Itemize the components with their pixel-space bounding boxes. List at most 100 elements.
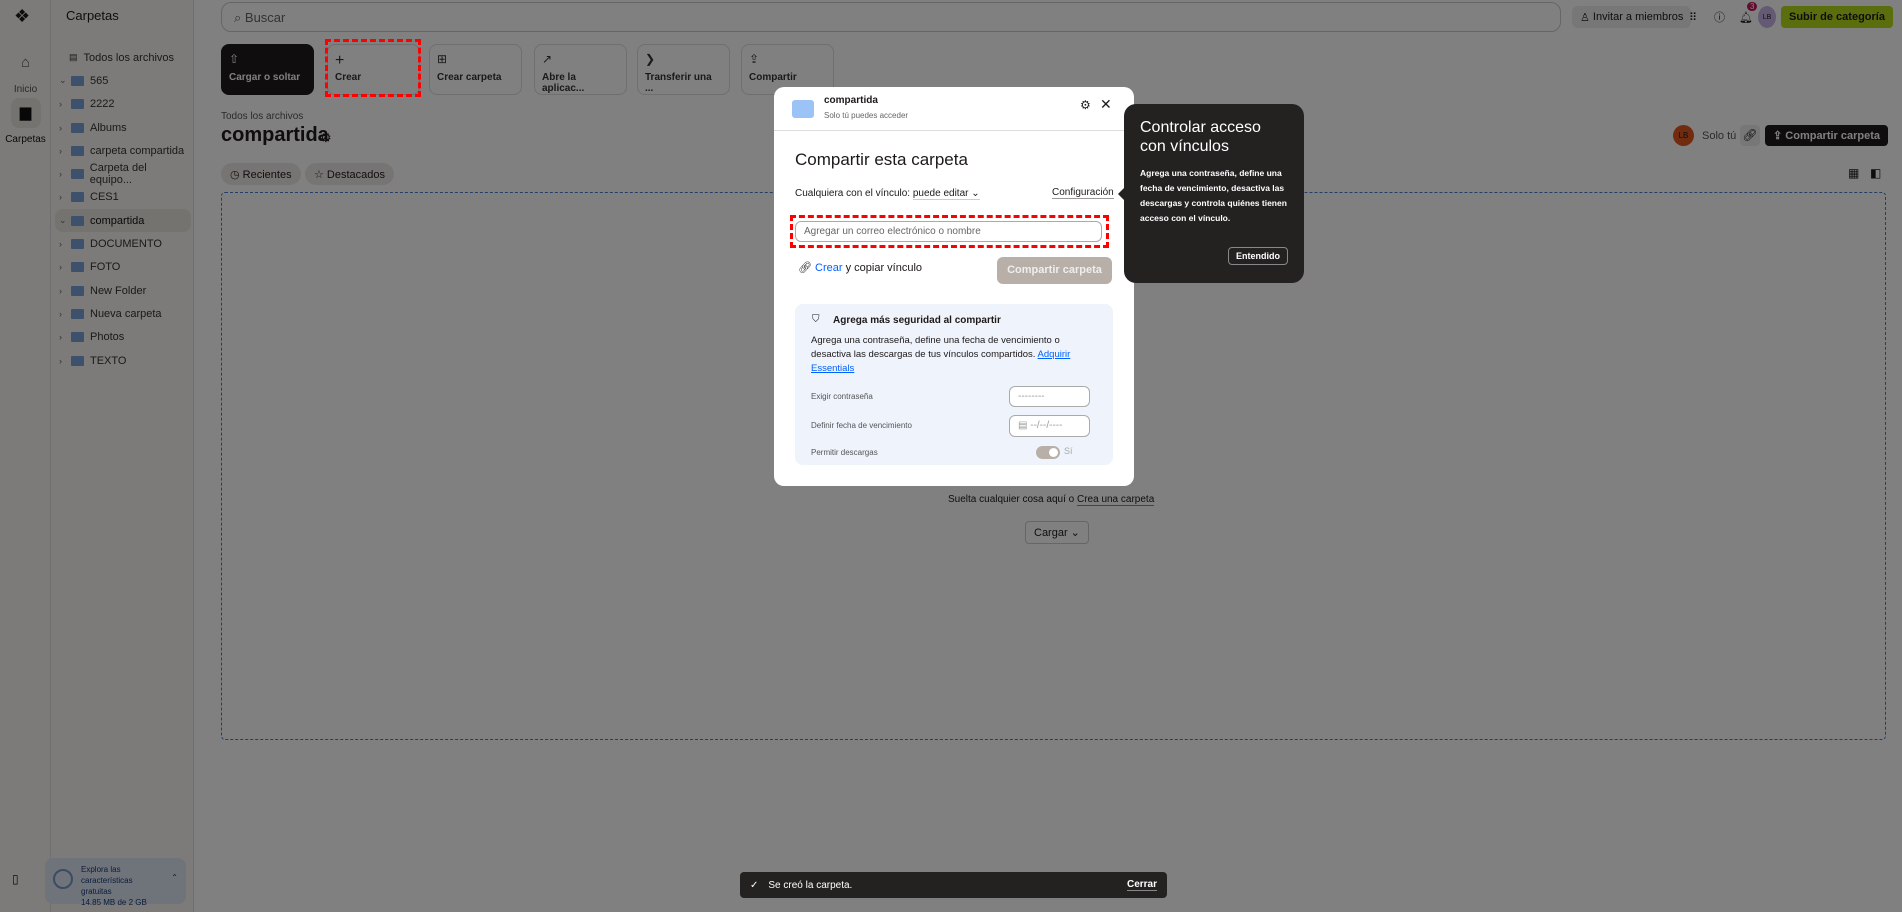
security-body: Agrega una contraseña, define una fecha … xyxy=(811,335,1071,374)
share-folder-submit[interactable]: Compartir carpeta xyxy=(997,257,1112,284)
folder-label: compartida xyxy=(90,214,145,227)
tile-transfer[interactable]: ❯ Transferir una ... xyxy=(637,44,730,95)
check-icon: ✓ xyxy=(750,879,759,891)
toast-message: Se creó la carpeta. xyxy=(768,879,853,891)
sidebar-folder-item[interactable]: › FOTO xyxy=(55,256,191,279)
chevron-icon[interactable]: › xyxy=(59,239,71,249)
sidebar-folder-item[interactable]: › Albums xyxy=(55,116,191,139)
close-icon[interactable]: ✕ xyxy=(1100,96,1112,113)
divider xyxy=(774,130,1134,131)
avatar[interactable]: LB xyxy=(1758,6,1776,28)
create-folder-link[interactable]: Crea una carpeta xyxy=(1076,494,1155,506)
folder-icon xyxy=(71,239,84,250)
sidebar-folder-item[interactable]: › Photos xyxy=(55,326,191,349)
toast-close-button[interactable]: Cerrar xyxy=(1126,879,1157,891)
all-files-item[interactable]: ▤ Todos los archivos xyxy=(55,46,191,69)
got-it-button[interactable]: Entendido xyxy=(1228,247,1288,265)
chevron-icon[interactable]: ⌄ xyxy=(59,75,71,86)
chip-destacados[interactable]: ☆ Destacados xyxy=(305,163,395,185)
chevron-icon[interactable]: › xyxy=(59,286,71,296)
storage-promo[interactable]: Explora las características gratuitas 14… xyxy=(45,858,186,907)
sidebar-folder-item[interactable]: ⌄ 565 xyxy=(55,69,191,92)
tile-create[interactable]: + Crear xyxy=(327,44,420,95)
link-permission: Cualquiera con el vínculo: puede editar … xyxy=(795,188,980,200)
folder-label: DOCUMENTO xyxy=(90,238,162,251)
access-text: Solo tú xyxy=(1702,130,1737,142)
settings-gear-icon[interactable]: ⚙ xyxy=(320,130,332,146)
sidebar-folder-item[interactable]: › New Folder xyxy=(55,279,191,302)
expiry-date-input[interactable]: ▤ --/--/---- xyxy=(1009,415,1090,437)
chevron-icon[interactable]: › xyxy=(59,262,71,272)
chevron-icon[interactable]: › xyxy=(59,192,71,202)
chevron-icon[interactable]: › xyxy=(59,309,71,319)
chevron-icon[interactable]: › xyxy=(59,123,71,133)
panel-toggle-icon[interactable]: ◧ xyxy=(1870,166,1881,180)
folder-icon xyxy=(71,192,84,203)
sidebar-folder-item[interactable]: › DOCUMENTO xyxy=(55,232,191,255)
sidebar: Carpetas ▤ Todos los archivos ⌄ 565 › 2222 › A… xyxy=(45,0,194,912)
sidebar-folder-item[interactable]: › Carpeta del equipo... xyxy=(55,162,191,187)
folder-label: Carpeta del equipo... xyxy=(89,162,147,187)
copy-link-icon[interactable]: 🔗︎ xyxy=(1740,125,1760,146)
tooltip-arrow xyxy=(1118,188,1124,200)
promo-text: Explora las características gratuitas xyxy=(81,865,133,896)
dialog-access-text: Solo tú puedes acceder xyxy=(824,111,909,120)
settings-gear-icon[interactable]: ⚙ xyxy=(1080,98,1091,112)
folder-icon xyxy=(71,332,84,343)
downloads-toggle[interactable] xyxy=(1036,446,1060,459)
chevron-icon[interactable]: › xyxy=(59,99,71,109)
external-link-icon: ↗ xyxy=(542,52,553,66)
sidebar-folder-item[interactable]: › Nueva carpeta xyxy=(55,302,191,325)
sidebar-folder-item[interactable]: › TEXTO xyxy=(55,349,191,372)
chevron-up-icon[interactable]: ⌃ xyxy=(171,872,178,883)
notification-count: 3 xyxy=(1747,2,1758,11)
chevron-icon[interactable]: › xyxy=(59,169,71,179)
tooltip-title: Controlar acceso con vínculos xyxy=(1140,119,1261,155)
folder-icon xyxy=(71,285,84,296)
chip-recientes[interactable]: ◷ Recientes xyxy=(221,163,301,185)
invite-members-button[interactable]: ♙ Invitar a miembros xyxy=(1572,6,1692,28)
sidebar-folder-item[interactable]: › CES1 xyxy=(55,186,191,209)
folder-label: Albums xyxy=(90,121,127,134)
chevron-icon[interactable]: › xyxy=(59,146,71,156)
sidebar-folder-item[interactable]: › carpeta compartida xyxy=(55,139,191,162)
sidebar-folder-item[interactable]: › 2222 xyxy=(55,93,191,116)
apps-grid-icon[interactable]: ⠿ xyxy=(1689,6,1697,28)
folder-label: New Folder xyxy=(90,284,147,297)
share-folder-button[interactable]: ⇪ Compartir carpeta xyxy=(1765,125,1889,146)
folder-icon xyxy=(71,215,84,226)
rail-item-inicio[interactable]: ⌂ Inicio xyxy=(4,48,47,95)
rail-item-carpetas[interactable]: ▆ Carpetas xyxy=(4,98,47,145)
permission-dropdown[interactable]: puede editar ⌄ xyxy=(912,188,980,200)
dropbox-logo-icon[interactable]: ❖ xyxy=(14,6,30,27)
folder-label: TEXTO xyxy=(90,354,127,367)
upload-dropdown[interactable]: Cargar ⌄ xyxy=(1025,521,1089,544)
home-icon: ⌂ xyxy=(20,54,31,71)
chevron-icon[interactable]: › xyxy=(59,356,71,366)
tile-create-folder[interactable]: ⊞ Crear carpeta xyxy=(429,44,522,95)
tile-upload[interactable]: ⇧ Cargar o soltar xyxy=(221,44,314,95)
drop-text: Suelta cualquier cosa aquí o Crea una ca… xyxy=(948,494,1155,506)
email-input[interactable]: Agregar un correo electrónico o nombre xyxy=(795,221,1102,242)
folder-icon xyxy=(71,75,84,86)
upgrade-button[interactable]: Subir de categoría xyxy=(1781,6,1893,28)
search-input[interactable]: ⌕ Buscar xyxy=(221,2,1561,32)
tooltip-link-access: Controlar acceso con vínculos Agrega una… xyxy=(1118,104,1304,283)
sidebar-toggle-icon[interactable]: ▯ xyxy=(12,872,19,886)
folder-plus-icon: ⊞ xyxy=(437,52,448,66)
share-icon: ⇪ xyxy=(749,52,760,66)
create-copy-link[interactable]: 🔗︎ Crear y copiar vínculo xyxy=(798,261,922,274)
sidebar-folder-item[interactable]: ⌄ compartida xyxy=(55,209,191,233)
chevron-icon[interactable]: ⌄ xyxy=(59,215,71,226)
grid-view-icon[interactable]: ▦ xyxy=(1848,166,1859,180)
settings-link[interactable]: Configuración xyxy=(1052,187,1114,199)
bell-icon[interactable]: 🔔︎ 3 xyxy=(1739,2,1758,28)
storage-usage: 14.85 MB de 2 GB xyxy=(81,898,147,907)
folder-icon xyxy=(71,308,84,319)
password-input[interactable]: -------- xyxy=(1009,386,1090,407)
breadcrumb[interactable]: Todos los archivos xyxy=(221,111,303,122)
folder-icon xyxy=(71,262,84,273)
help-icon[interactable]: ⓘ xyxy=(1714,6,1725,28)
chevron-icon[interactable]: › xyxy=(59,332,71,342)
tile-open-app[interactable]: ↗ Abre la aplicac... xyxy=(534,44,627,95)
